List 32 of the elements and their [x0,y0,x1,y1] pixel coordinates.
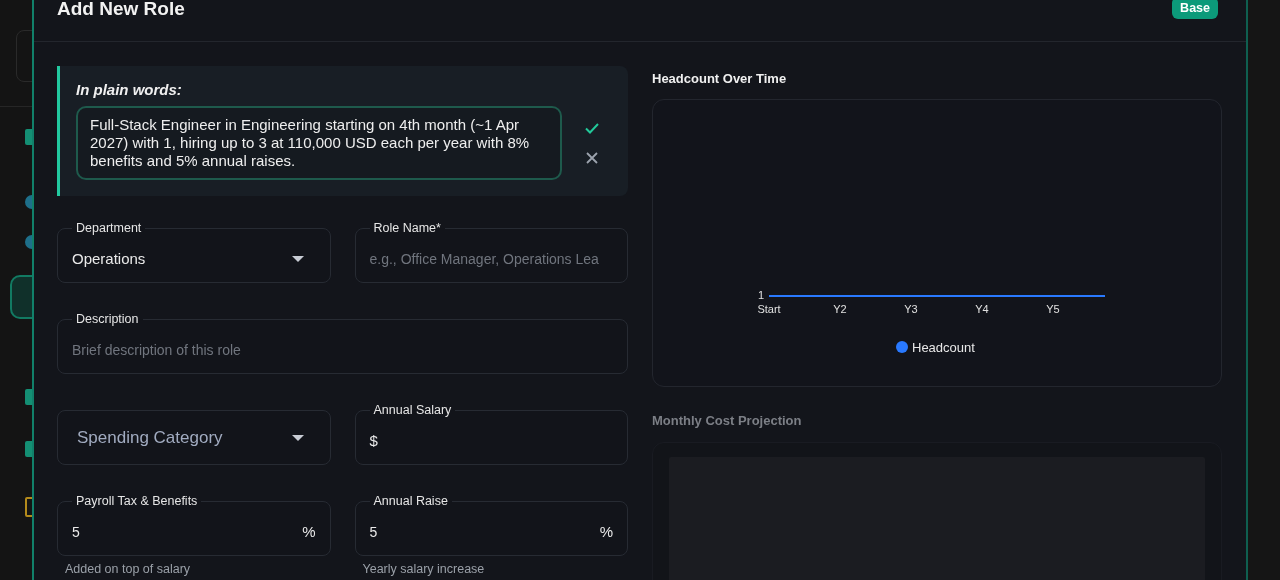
input-field[interactable]: e.g., Office Manager, Operations Lea [369,250,621,267]
axis-label: Y4 [975,303,989,315]
input-field[interactable]: 5 [369,523,600,540]
field-label: Annual Raise [372,494,449,508]
field-label: Payroll Tax & Benefits [75,494,199,508]
field-label: Role Name* [372,221,442,235]
axis-label: 1 [757,289,764,301]
input-field[interactable]: Brief description of this role [72,341,621,358]
currency-prefix: $ [369,432,378,449]
chart-title: Headcount Over Time [652,71,788,86]
helper-text: Added on top of salary [65,562,192,576]
summary-heading: In plain words: [76,81,183,98]
close-button[interactable] [584,150,600,166]
legend-label: Headcount [912,340,975,355]
input-field[interactable]: 5 [72,523,303,540]
axis-label: Y5 [1046,303,1060,315]
field-label: Description [75,312,140,326]
scenario-badge: Base [1172,0,1218,19]
unit-suffix: % [302,523,316,540]
unit-suffix: % [599,523,613,540]
caret-icon [291,434,304,441]
chart-title: Monthly Cost Projection [652,413,803,428]
dropdown-field[interactable]: Spending Category [57,410,331,465]
dropdown-field[interactable]: Department Operations [57,221,331,283]
axis-label: Y3 [904,303,918,315]
axis-label: Y2 [833,303,847,315]
helper-text: Yearly salary increase [362,562,486,576]
summary-text: Full-Stack Engineer in Engineering starting on 4th month (~1 Apr 2027) with 1, hiring up to 3 at 110,000 USD each per year with 8% benefits and 5% annual raises. [76,106,562,180]
dialog-title: Add New Role [57,0,185,21]
field-label: Annual Salary [372,403,453,417]
axis-label: Start [757,303,781,315]
caret-icon [291,255,304,262]
